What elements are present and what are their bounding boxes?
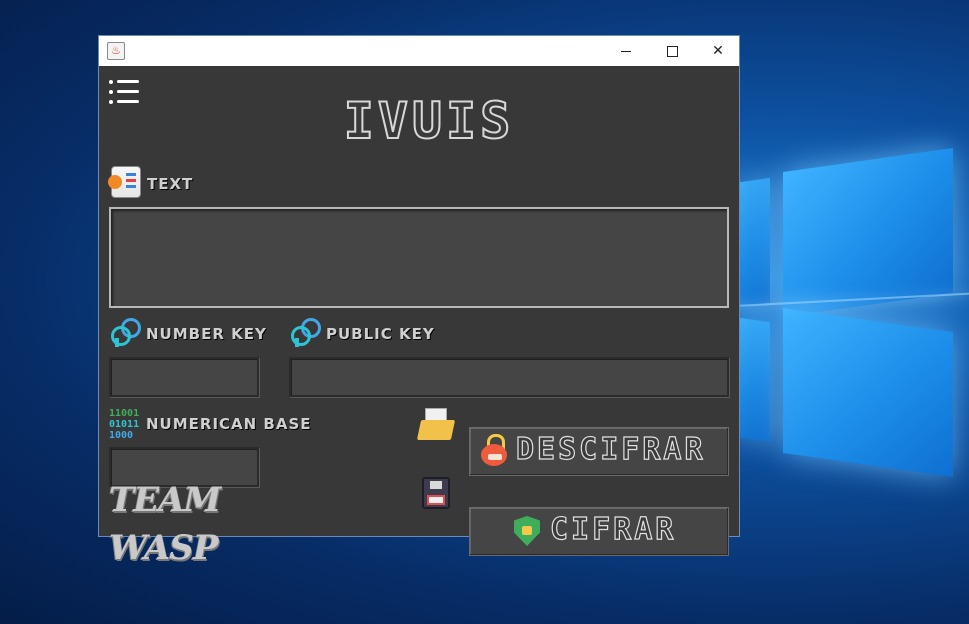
text-document-icon — [108, 166, 141, 198]
team-wasp-logo: TEAM WASP — [109, 480, 221, 568]
text-input-area[interactable] — [109, 207, 729, 308]
app-content: IVUIS TEXT NUMBER KEY PUBLIC KEY 11001 0… — [99, 66, 739, 568]
cifrar-button-label: CIFRAR — [549, 511, 677, 547]
number-key-icon — [109, 316, 143, 347]
public-key-label: PUBLIC KEY — [326, 325, 435, 343]
hamburger-menu-icon[interactable] — [109, 79, 141, 105]
number-key-label: NUMBER KEY — [146, 325, 267, 343]
app-title: IVUIS — [343, 91, 515, 151]
descifrar-button[interactable]: DESCIFRAR — [469, 427, 729, 476]
numerican-base-label: NUMERICAN BASE — [146, 415, 312, 433]
app-window: ♨ ✕ IVUIS TEXT NUMBER KEY PUBLIC KEY 110… — [98, 35, 740, 568]
java-app-icon[interactable]: ♨ — [107, 42, 125, 60]
folder-document-icon[interactable] — [416, 406, 456, 440]
close-button[interactable]: ✕ — [695, 36, 741, 66]
save-floppy-icon[interactable] — [422, 477, 450, 509]
shield-lock-icon — [514, 516, 540, 546]
title-bar[interactable]: ♨ ✕ — [99, 36, 739, 66]
unlock-icon — [478, 434, 508, 466]
public-key-icon — [289, 316, 323, 347]
binary-code-icon: 11001 01011 1000 — [109, 408, 140, 441]
number-key-input[interactable] — [109, 357, 259, 397]
minimize-button[interactable] — [603, 36, 649, 66]
descifrar-button-label: DESCIFRAR — [515, 431, 706, 467]
minimize-icon — [621, 50, 631, 52]
maximize-icon — [666, 45, 678, 57]
desktop-windows-logo — [735, 148, 969, 480]
public-key-input[interactable] — [289, 357, 729, 397]
maximize-button[interactable] — [649, 36, 695, 66]
text-label: TEXT — [147, 175, 194, 193]
close-icon: ✕ — [712, 43, 724, 59]
cifrar-button[interactable]: CIFRAR — [469, 507, 729, 556]
